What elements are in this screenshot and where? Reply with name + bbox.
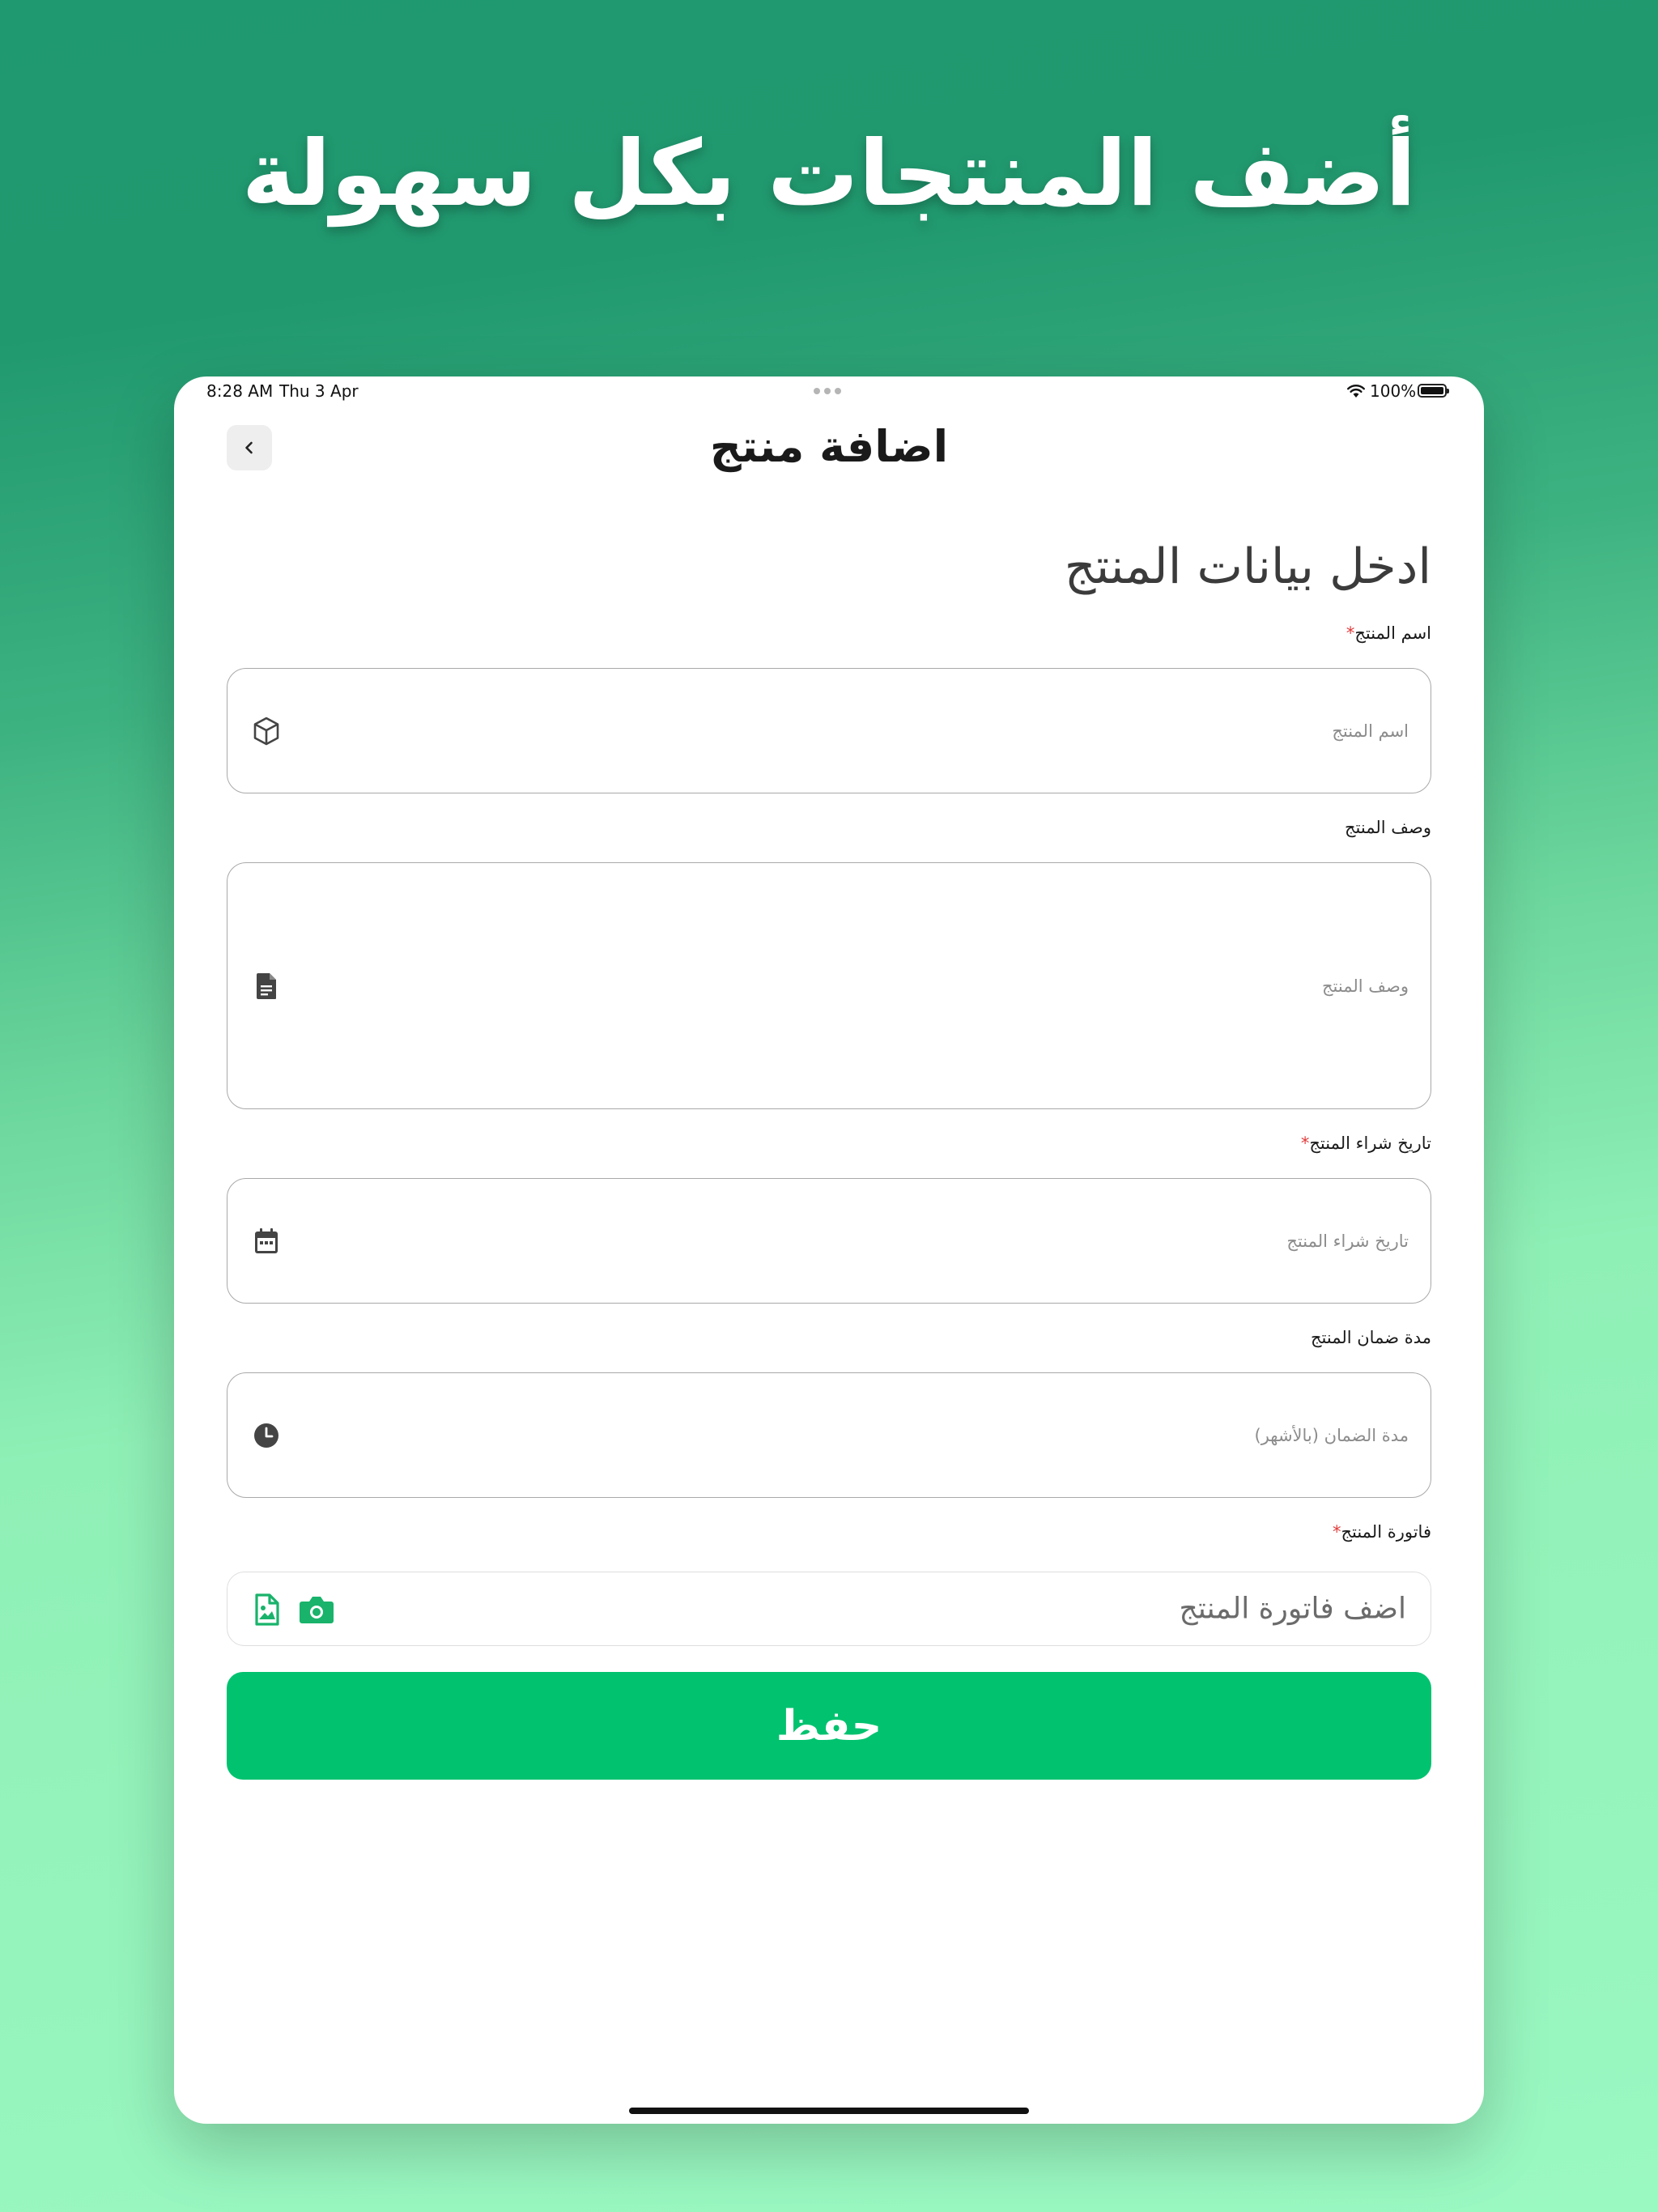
warranty-label: مدة ضمان المنتج (1311, 1328, 1431, 1347)
product-description-placeholder: وصف المنتج (1322, 976, 1409, 996)
required-asterisk: * (1332, 1522, 1341, 1542)
warranty-placeholder: مدة الضمان (بالأشهر) (1254, 1425, 1409, 1445)
device-screen: 8:28 AM Thu 3 Apr 100% اضافة منتج ادخل ب… (174, 376, 1484, 2124)
product-name-label-text: اسم المنتج (1354, 623, 1431, 643)
product-description-textarea[interactable]: وصف المنتج (227, 862, 1431, 1109)
invoice-label: فاتورة المنتج* (1333, 1522, 1431, 1542)
purchase-date-label-text: تاريخ شراء المنتج (1309, 1134, 1431, 1153)
headline: أضف المنتجات بكل سهولة (241, 121, 1417, 227)
camera-icon[interactable] (297, 1590, 336, 1629)
invoice-picker[interactable]: اضف فاتورة المنتج (227, 1572, 1431, 1646)
save-button[interactable]: حفظ (227, 1672, 1431, 1780)
battery-percentage: 100% (1370, 381, 1417, 401)
battery-icon (1418, 384, 1449, 398)
box-icon (253, 717, 279, 745)
image-file-icon[interactable] (247, 1590, 286, 1629)
purchase-date-input[interactable]: تاريخ شراء المنتج (227, 1178, 1431, 1304)
status-time: 8:28 AM (206, 381, 274, 401)
product-name-input[interactable]: اسم المنتج (227, 668, 1431, 793)
home-indicator[interactable] (629, 2108, 1029, 2114)
form-heading: ادخل بيانات المنتج (1064, 538, 1431, 595)
required-asterisk: * (1346, 623, 1355, 643)
calendar-icon (255, 1227, 278, 1253)
product-name-placeholder: اسم المنتج (1332, 721, 1409, 741)
warranty-label-text: مدة ضمان المنتج (1310, 1328, 1431, 1347)
required-asterisk: * (1300, 1134, 1310, 1153)
status-date: Thu 3 Apr (279, 381, 359, 401)
invoice-placeholder: اضف فاتورة المنتج (1179, 1592, 1406, 1626)
status-bar: 8:28 AM Thu 3 Apr 100% (174, 376, 1484, 409)
page-title: اضافة منتج (709, 421, 949, 472)
product-description-label: وصف المنتج (1345, 818, 1431, 837)
multitasking-dots-icon[interactable] (814, 388, 841, 394)
warranty-input[interactable]: مدة الضمان (بالأشهر) (227, 1372, 1431, 1498)
document-icon (257, 972, 276, 999)
purchase-date-placeholder: تاريخ شراء المنتج (1286, 1231, 1409, 1251)
clock-icon (254, 1423, 278, 1448)
product-description-label-text: وصف المنتج (1345, 818, 1431, 837)
invoice-label-text: فاتورة المنتج (1341, 1522, 1431, 1542)
purchase-date-label: تاريخ شراء المنتج* (1301, 1134, 1431, 1153)
wifi-icon (1347, 385, 1365, 398)
product-name-label: اسم المنتج* (1346, 623, 1431, 643)
